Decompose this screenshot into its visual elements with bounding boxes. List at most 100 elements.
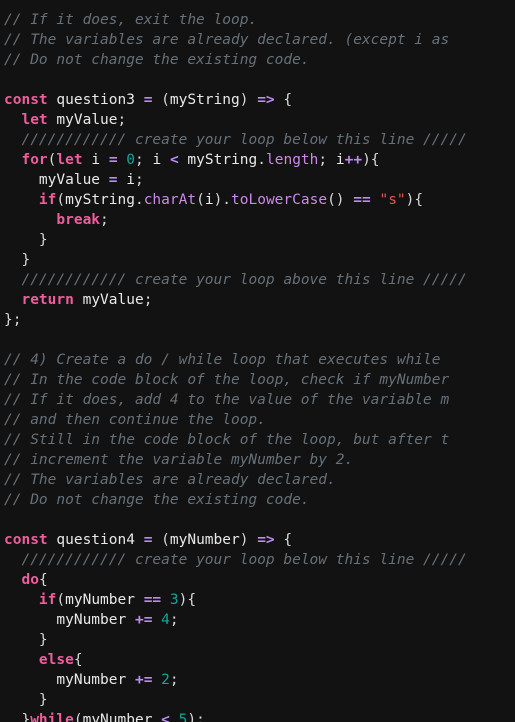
code-token-id: myString: [178, 152, 258, 168]
code-token-cmt: //////////// create your loop below this…: [21, 552, 467, 568]
code-token-kw: else: [38, 652, 74, 668]
code-token-id: myValue: [47, 112, 118, 128]
code-token-pun: }: [38, 632, 48, 648]
code-token-id: i: [152, 152, 170, 168]
code-token-kw: if: [38, 592, 57, 608]
code-line: // and then continue the loop.: [4, 410, 515, 430]
code-token-id: i: [204, 192, 214, 208]
code-line: let myValue;: [4, 110, 515, 130]
code-token-pun: (: [56, 192, 66, 208]
code-token-op: <: [161, 712, 170, 722]
code-token-pun: ;: [117, 112, 127, 128]
code-token-pun: [170, 712, 179, 722]
code-token-cmt: // Do not change the existing code.: [4, 492, 310, 508]
code-line: myNumber += 2;: [4, 670, 515, 690]
code-token-pun: ){: [178, 592, 197, 608]
code-line: //////////// create your loop below this…: [4, 550, 515, 570]
code-token-cmt: //////////// create your loop above this…: [21, 272, 467, 288]
code-token-kw: const: [4, 92, 48, 108]
code-token-num: 0: [126, 152, 136, 168]
code-token-cmt: // The variables are already declared. (…: [4, 32, 450, 48]
code-token-kw: for: [21, 152, 48, 168]
code-token-id: myValue: [38, 172, 109, 188]
code-token-cmt: // Do not change the existing code.: [4, 52, 310, 68]
code-token-cmt: //////////// create your loop below this…: [21, 132, 467, 148]
code-token-num: 2: [161, 672, 170, 688]
code-token-id: i: [335, 152, 345, 168]
code-token-id: question3: [47, 92, 144, 108]
code-token-pun: ;: [100, 212, 109, 228]
code-line: if(myString.charAt(i).toLowerCase() == "…: [4, 190, 515, 210]
code-line: //////////// create your loop below this…: [4, 130, 515, 150]
code-token-op: ++: [344, 152, 363, 168]
code-token-op: =: [108, 152, 118, 168]
code-line: };: [4, 310, 515, 330]
code-token-pun: (: [56, 592, 66, 608]
code-line: const question4 = (myNumber) => {: [4, 530, 515, 550]
code-line: }: [4, 250, 515, 270]
code-token-pun: ;: [169, 612, 179, 628]
code-line: else{: [4, 650, 515, 670]
code-token-kw: if: [38, 192, 57, 208]
code-token-pun: ;: [143, 292, 153, 308]
code-token-pun: }: [21, 712, 31, 722]
code-token-op: <: [169, 152, 179, 168]
code-line: myNumber += 4;: [4, 610, 515, 630]
code-token-pun: (: [152, 532, 170, 548]
code-token-pun: [152, 672, 161, 688]
code-token-pun: .: [257, 152, 266, 168]
code-token-pun: (: [73, 712, 83, 722]
code-token-id: myNumber: [169, 532, 240, 548]
code-line: // If it does, exit the loop.: [4, 10, 515, 30]
code-token-id: myNumber: [56, 672, 135, 688]
code-token-pun: {: [274, 92, 293, 108]
code-token-id: myNumber: [56, 612, 135, 628]
code-token-pun: ;: [318, 152, 336, 168]
code-token-pun: ).: [213, 192, 232, 208]
code-line: //////////// create your loop above this…: [4, 270, 515, 290]
code-token-num: 3: [169, 592, 179, 608]
code-line: // The variables are already declared.: [4, 470, 515, 490]
code-line: // increment the variable myNumber by 2.: [4, 450, 515, 470]
code-token-pun: {: [73, 652, 83, 668]
code-line: }while(myNumber < 5);: [4, 710, 515, 722]
code-editor-viewport[interactable]: // If it does, exit the loop. // The vari…: [0, 0, 515, 722]
code-token-kw: return: [21, 292, 74, 308]
code-line: return myValue;: [4, 290, 515, 310]
code-token-kw: let: [21, 112, 48, 128]
code-token-cmt: // The variables are already declared.: [4, 472, 336, 488]
code-token-kw: do: [21, 572, 39, 588]
code-token-pun: {: [274, 532, 293, 548]
code-token-pun: .: [134, 192, 144, 208]
code-token-id: myValue: [73, 292, 144, 308]
code-line: break;: [4, 210, 515, 230]
code-token-id: [118, 152, 127, 168]
code-line: do{: [4, 570, 515, 590]
code-token-id: myString: [169, 92, 240, 108]
code-content[interactable]: // If it does, exit the loop. // The vari…: [0, 0, 515, 722]
code-line: // The variables are already declared. (…: [4, 30, 515, 50]
code-token-pun: (): [327, 192, 354, 208]
code-token-pun: {: [38, 572, 48, 588]
code-token-cmt: // and then continue the loop.: [4, 412, 266, 428]
code-token-op: +=: [134, 612, 153, 628]
code-token-op: =>: [257, 532, 275, 548]
code-token-cmt: // Still in the code block of the loop, …: [4, 432, 450, 448]
code-token-pun: (: [152, 92, 170, 108]
code-token-prop: length: [266, 152, 319, 168]
code-token-kw: let: [56, 152, 83, 168]
